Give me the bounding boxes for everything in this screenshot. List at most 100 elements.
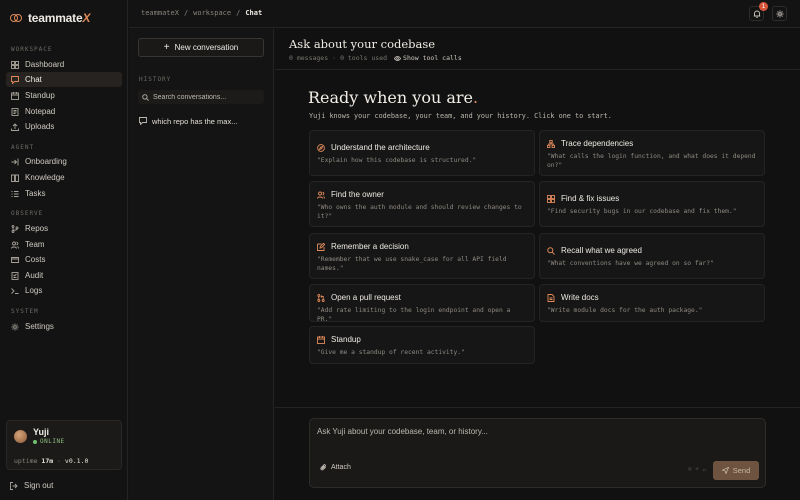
suggestion-card-standup[interactable]: Standup "Give me a standup of recent act… xyxy=(309,326,535,364)
section-label-observe: OBSERVE xyxy=(11,210,44,217)
ready-heading: Ready when you are. xyxy=(308,88,479,107)
card-title: Trace dependencies xyxy=(561,139,634,148)
settings-button[interactable] xyxy=(772,6,787,21)
chat-meta: 0 messages · 0 tools used Show tool call… xyxy=(289,54,462,62)
chat-main: Ask about your codebase 0 messages · 0 t… xyxy=(275,29,800,500)
search-input[interactable] xyxy=(153,93,258,101)
pull-request-icon xyxy=(317,293,325,302)
suggestion-card-decision[interactable]: Remember a decision "Remember that we us… xyxy=(309,233,535,279)
online-dot-icon xyxy=(33,439,37,444)
user-name: Yuji xyxy=(33,427,50,437)
conversation-search xyxy=(138,90,264,104)
card-title-row: Standup xyxy=(317,335,361,344)
sidebar-item-label: Repos xyxy=(25,224,49,233)
sidebar-item-label: Tasks xyxy=(25,189,46,198)
breadcrumb-separator: / xyxy=(236,9,241,17)
signout-button[interactable]: Sign out xyxy=(10,481,53,490)
attach-button[interactable]: Attach xyxy=(320,464,351,471)
card-title: Understand the architecture xyxy=(331,143,430,152)
brand-name: teammateX xyxy=(28,11,91,25)
sidebar-item-label: Audit xyxy=(25,271,44,280)
card-description: "What conventions have we agreed on so f… xyxy=(547,260,714,267)
suggestion-card-fix-issues[interactable]: Find & fix issues "Find security bugs in… xyxy=(539,181,765,227)
notifications-button[interactable]: 1 xyxy=(749,2,768,21)
card-title-row: Recall what we agreed xyxy=(547,246,642,255)
sidebar-item-label: Chat xyxy=(25,75,42,84)
top-bar: teammateX / workspace / Chat 1 xyxy=(129,0,800,28)
standup-icon xyxy=(317,335,325,344)
sidebar-item-notepad[interactable]: Notepad xyxy=(6,104,122,119)
card-description: "Give me a standup of recent activity." xyxy=(317,349,465,356)
sidebar-item-costs[interactable]: Costs xyxy=(6,252,122,267)
divider xyxy=(275,69,800,70)
paperclip-icon xyxy=(320,464,327,471)
bell-icon xyxy=(753,10,761,18)
gear-icon xyxy=(776,10,784,18)
breadcrumb-root[interactable]: teammateX xyxy=(141,9,179,17)
users-icon xyxy=(317,191,325,199)
sidebar-item-label: Logs xyxy=(25,286,43,295)
sidebar-item-team[interactable]: Team xyxy=(6,237,122,252)
chat-icon xyxy=(139,117,147,125)
card-title: Open a pull request xyxy=(331,293,401,302)
divider xyxy=(275,407,800,408)
section-label-workspace: WORKSPACE xyxy=(11,46,53,53)
standup-icon xyxy=(11,91,19,100)
sidebar-item-tasks[interactable]: Tasks xyxy=(6,186,122,201)
team-icon xyxy=(11,241,19,249)
send-button[interactable]: Send xyxy=(713,461,759,480)
meta-separator: · xyxy=(332,54,337,62)
suggestion-card-architecture[interactable]: Understand the architecture "Explain how… xyxy=(309,130,535,176)
sidebar-item-audit[interactable]: Audit xyxy=(6,268,122,283)
card-title: Standup xyxy=(331,335,361,344)
avatar xyxy=(14,430,27,443)
suggestion-card-owner[interactable]: Find the owner "Who owns the auth module… xyxy=(309,181,535,227)
composer: Attach ⌘ + ↵ Send xyxy=(309,418,766,488)
signout-label: Sign out xyxy=(24,481,54,490)
settings-icon xyxy=(11,323,19,331)
onboarding-icon xyxy=(11,158,19,166)
card-title: Recall what we agreed xyxy=(561,246,642,255)
audit-icon xyxy=(11,271,19,280)
compass-icon xyxy=(317,143,325,152)
breadcrumb-workspace[interactable]: workspace xyxy=(193,9,231,17)
sidebar-item-standup[interactable]: Standup xyxy=(6,88,122,103)
card-description: "Write module docs for the auth package.… xyxy=(547,307,703,314)
message-input[interactable] xyxy=(317,427,717,447)
suggestion-card-write-docs[interactable]: Write docs "Write module docs for the au… xyxy=(539,284,765,322)
dependencies-icon xyxy=(547,139,555,148)
conversation-item-label: which repo has the max... xyxy=(152,116,238,126)
suggestion-card-recall[interactable]: Recall what we agreed "What conventions … xyxy=(539,233,765,279)
search-icon xyxy=(142,93,149,101)
card-title-row: Open a pull request xyxy=(317,293,401,302)
card-description: "Add rate limiting to the login endpoint… xyxy=(317,307,511,323)
page-title: Ask about your codebase xyxy=(289,37,436,51)
card-title: Find & fix issues xyxy=(561,194,620,203)
tasks-icon xyxy=(11,190,19,198)
shortcut-hint: ⌘ + ↵ xyxy=(688,466,707,473)
send-label: Send xyxy=(732,466,751,475)
new-conversation-label: New conversation xyxy=(174,43,239,52)
sidebar-item-dashboard[interactable]: Dashboard xyxy=(6,57,122,72)
sidebar-item-chat[interactable]: Chat xyxy=(6,72,122,87)
suggestion-card-pull-request[interactable]: Open a pull request "Add rate limiting t… xyxy=(309,284,535,323)
user-card[interactable]: Yuji ONLINE uptime 17m · v0.1.0 xyxy=(6,420,122,470)
repo-icon xyxy=(11,224,19,233)
sidebar-item-settings[interactable]: Settings xyxy=(6,319,122,334)
card-description: "What calls the login function, and what… xyxy=(547,153,756,169)
suggestion-card-dependencies[interactable]: Trace dependencies "What calls the login… xyxy=(539,130,765,176)
show-tool-calls-toggle[interactable]: Show tool calls xyxy=(394,54,462,62)
show-tool-calls-label: Show tool calls xyxy=(403,54,462,62)
sidebar-item-logs[interactable]: Logs xyxy=(6,283,122,298)
sidebar-item-knowledge[interactable]: Knowledge xyxy=(6,170,122,185)
intro-text: Yuji knows your codebase, your team, and… xyxy=(309,112,612,120)
card-title-row: Trace dependencies xyxy=(547,139,633,148)
sidebar-item-uploads[interactable]: Uploads xyxy=(6,119,122,134)
conversation-item[interactable]: which repo has the max... xyxy=(138,114,264,128)
brand[interactable]: teammateX xyxy=(10,11,90,25)
knowledge-icon xyxy=(11,174,19,182)
upload-icon xyxy=(11,122,19,131)
new-conversation-button[interactable]: + New conversation xyxy=(138,38,264,57)
sidebar-item-repos[interactable]: Repos xyxy=(6,221,122,236)
sidebar-item-onboarding[interactable]: Onboarding xyxy=(6,154,122,169)
